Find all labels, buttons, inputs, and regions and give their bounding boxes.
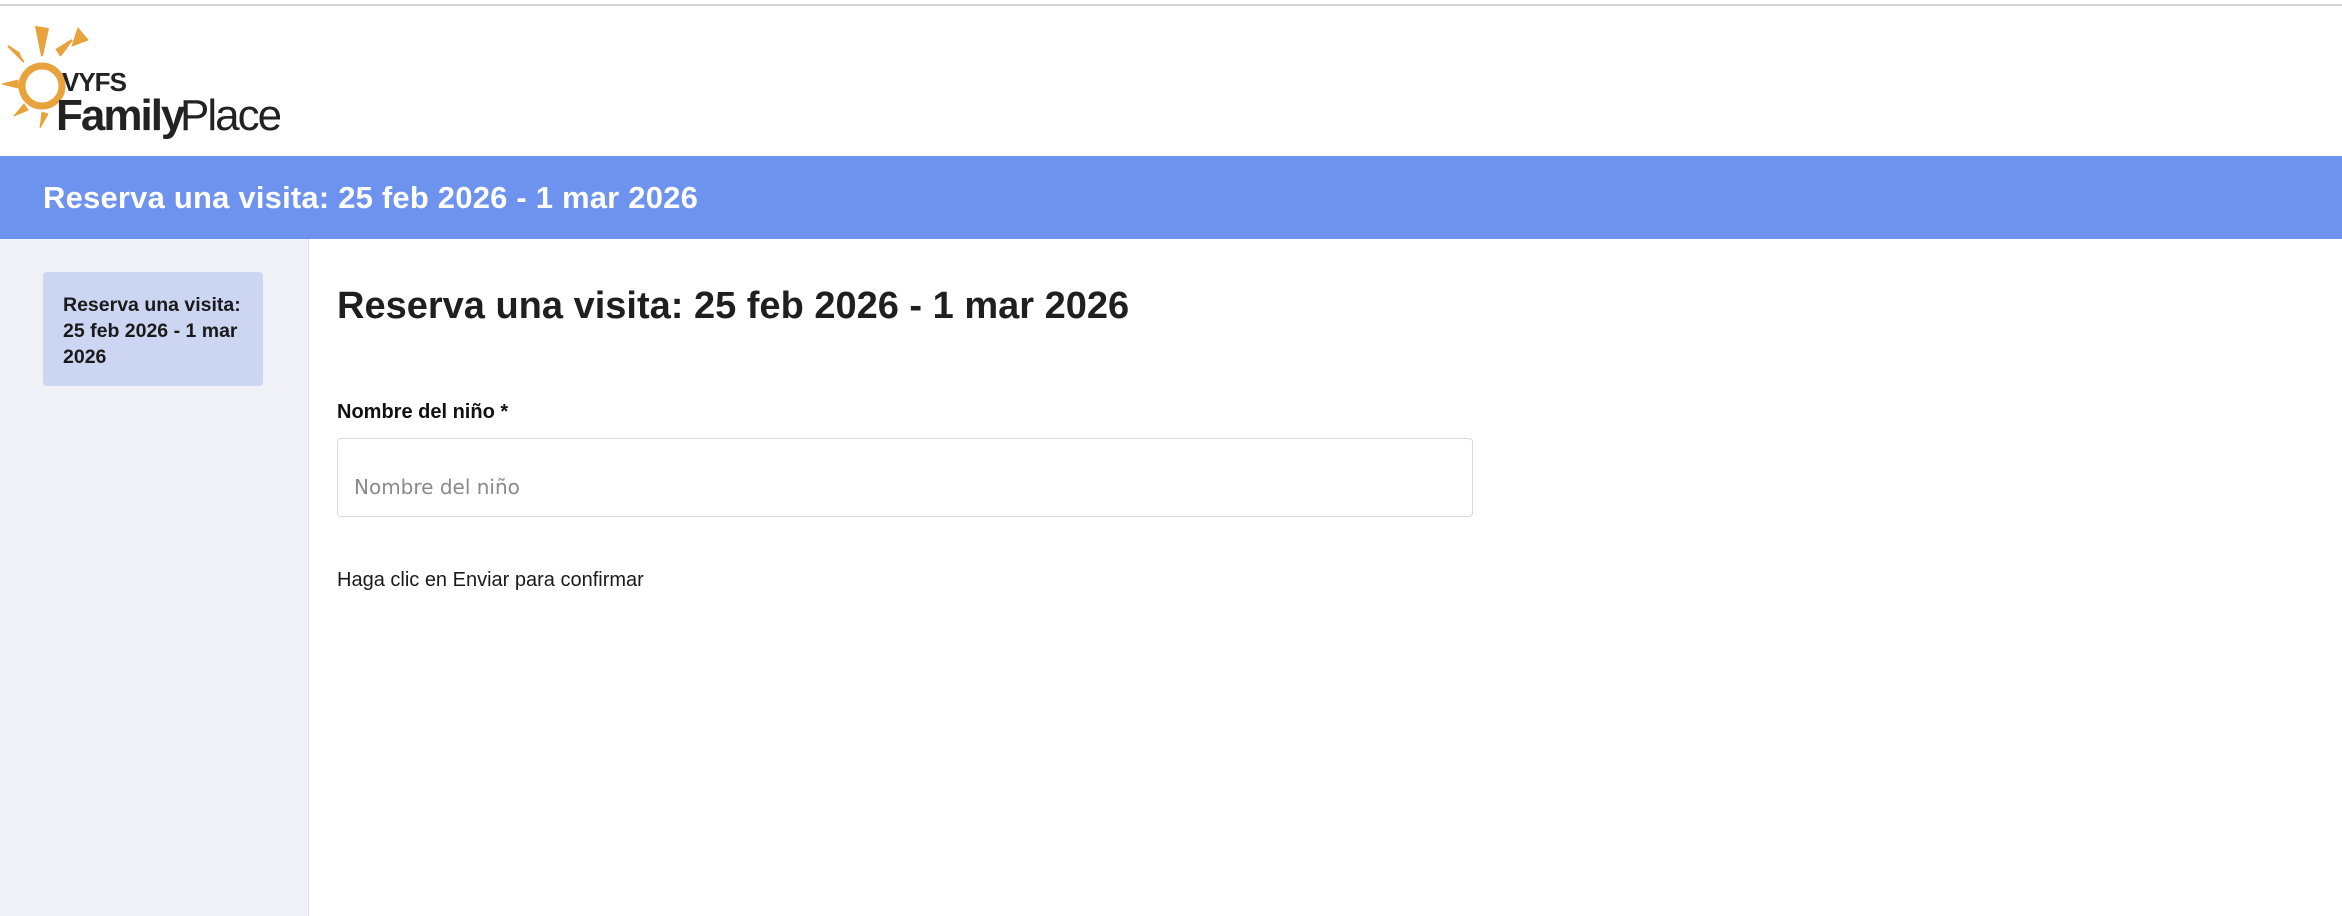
page-title: Reserva una visita: 25 feb 2026 - 1 mar … (337, 285, 1130, 327)
child-name-input[interactable] (337, 438, 1473, 517)
logo-brand-place: Place (180, 91, 280, 140)
banner-title: Reserva una visita: 25 feb 2026 - 1 mar … (43, 179, 699, 215)
sidebar-item-label: Reserva una visita: 25 feb 2026 - 1 mar … (63, 294, 241, 368)
sidebar-item-book-visit[interactable]: Reserva una visita: 25 feb 2026 - 1 mar … (43, 272, 263, 386)
sidebar: Reserva una visita: 25 feb 2026 - 1 mar … (0, 239, 309, 916)
site-header: VYFS Family Place (0, 6, 2342, 156)
confirm-instructions: Haga clic en Enviar para confirmar (337, 569, 644, 591)
vyfs-family-place-logo[interactable]: VYFS Family Place (0, 16, 280, 146)
logo-brand-family: Family (56, 91, 186, 140)
main-content: Reserva una visita: 25 feb 2026 - 1 mar … (309, 239, 2342, 916)
title-banner: Reserva una visita: 25 feb 2026 - 1 mar … (0, 156, 2342, 239)
child-name-label: Nombre del niño * (337, 401, 509, 423)
